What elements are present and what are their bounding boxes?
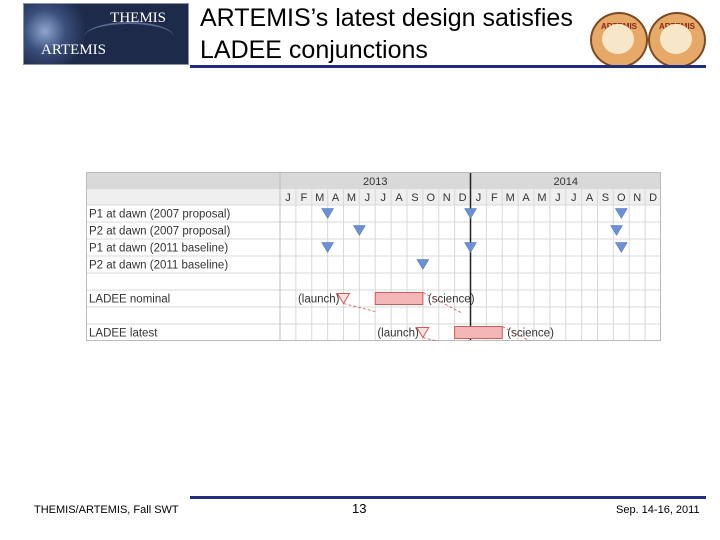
science-label: (science)	[428, 294, 475, 306]
month-label: J	[285, 192, 291, 204]
month-label: M	[537, 192, 546, 204]
badge-emblem	[602, 24, 634, 54]
artemis-mission-badge-1: ARTEMIS	[590, 12, 648, 68]
science-phase-bar	[454, 326, 503, 339]
logo-artemis-text: ARTEMIS	[41, 42, 106, 58]
month-label: J	[555, 192, 561, 204]
month-label: O	[427, 192, 436, 204]
year-label: 2014	[554, 176, 578, 188]
month-label: N	[633, 192, 641, 204]
month-label: A	[395, 192, 403, 204]
footer-course: THEMIS/ARTEMIS, Fall SWT	[34, 504, 179, 516]
month-label: M	[315, 192, 324, 204]
month-label: N	[443, 192, 451, 204]
row-label: LADEE latest	[89, 328, 158, 340]
slide-title: ARTEMIS’s latest design satisfies LADEE …	[200, 2, 620, 66]
header-rule	[190, 65, 706, 68]
footer-rule	[190, 496, 706, 499]
ladee-conjunction-chart: 2013 2014J F M A M J J A S O N D J F M A M J J A S O N DP1 at da…	[86, 172, 661, 341]
row-label: LADEE nominal	[89, 294, 170, 306]
month-label: J	[365, 192, 371, 204]
title-line-2: LADEE conjunctions	[200, 36, 428, 64]
month-label: S	[411, 192, 418, 204]
month-label: F	[491, 192, 498, 204]
month-label: A	[586, 192, 594, 204]
row-label: P2 at dawn (2007 proposal)	[89, 226, 230, 238]
month-label: M	[506, 192, 515, 204]
science-label: (science)	[507, 328, 554, 340]
month-label: A	[522, 192, 530, 204]
footer-date: Sep. 14-16, 2011	[616, 504, 700, 516]
month-label: F	[300, 192, 307, 204]
title-line-1: ARTEMIS’s latest design satisfies	[200, 4, 573, 32]
logo-themis-text: THEMIS	[110, 10, 166, 26]
month-label: J	[476, 192, 482, 204]
month-label: J	[571, 192, 577, 204]
launch-label: (launch)	[298, 294, 340, 306]
month-label: A	[332, 192, 340, 204]
launch-label: (launch)	[377, 328, 419, 340]
month-label: S	[602, 192, 609, 204]
month-label: O	[617, 192, 626, 204]
row-label: P1 at dawn (2011 baseline)	[89, 243, 228, 255]
page-number: 13	[352, 501, 367, 516]
month-label: M	[347, 192, 356, 204]
artemis-mission-badge-2: ARTEMIS	[648, 12, 706, 68]
science-phase-bar	[374, 292, 424, 305]
month-label: D	[649, 192, 657, 204]
year-label: 2013	[363, 176, 387, 188]
month-label: J	[380, 192, 386, 204]
row-label: P2 at dawn (2011 baseline)	[89, 260, 228, 272]
row-label: P1 at dawn (2007 proposal)	[89, 209, 230, 221]
badge-emblem	[660, 24, 692, 54]
month-label: D	[459, 192, 467, 204]
themis-artemis-logo: THEMIS ARTEMIS	[23, 3, 189, 65]
